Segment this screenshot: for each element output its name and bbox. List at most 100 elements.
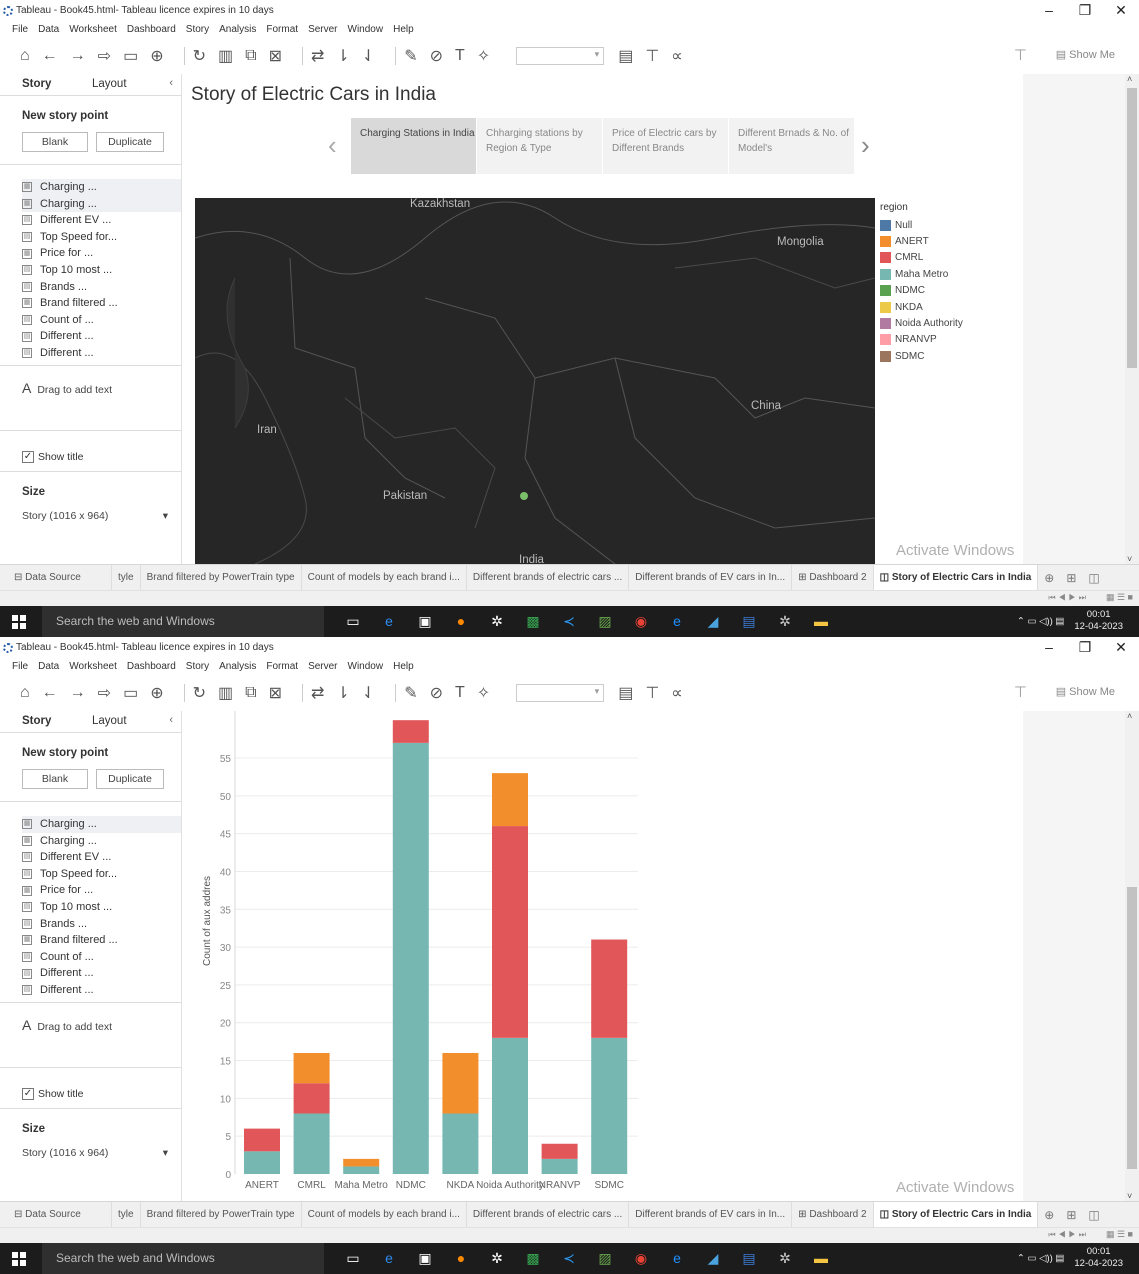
presenter-icon[interactable]: ⊤ <box>1014 683 1027 701</box>
fit-dropdown[interactable] <box>516 684 605 702</box>
sheet-tab[interactable]: Different brands of EV cars in In... <box>629 1201 793 1228</box>
tab-data-source[interactable]: ⊟ Data Source <box>0 1201 112 1228</box>
menu-data[interactable]: Data <box>38 659 59 675</box>
task-view-icon[interactable]: ▭ <box>340 611 366 631</box>
menu-file[interactable]: File <box>12 659 28 675</box>
bar-segment[interactable] <box>442 1052 479 1114</box>
sheet-tab[interactable]: ⊞ Dashboard 2 <box>792 1201 874 1228</box>
close-button[interactable]: ✕ <box>1103 637 1139 659</box>
sheet-pager[interactable]: ⏮◀▶⏭ <box>1048 1230 1089 1240</box>
scroll-down-icon[interactable]: ˅ <box>1127 554 1132 564</box>
file-explorer-icon[interactable]: ▬ <box>808 1248 834 1268</box>
menu-format[interactable]: Format <box>266 659 298 675</box>
size-dropdown[interactable]: Story (1016 x 964) ▾ <box>22 510 168 522</box>
menu-story[interactable]: Story <box>186 659 209 675</box>
refresh-icon[interactable]: ↻ <box>193 683 206 703</box>
menu-server[interactable]: Server <box>308 22 337 38</box>
publisher-icon[interactable]: ▤ <box>736 1248 762 1268</box>
list-item[interactable]: ▤ Top Speed for... <box>22 229 181 246</box>
tab-story[interactable]: Story <box>0 711 70 732</box>
refresh-icon[interactable]: ↻ <box>193 46 206 66</box>
menu-analysis[interactable]: Analysis <box>219 22 256 38</box>
swap-icon[interactable]: ⇄ <box>311 46 324 66</box>
scroll-down-icon[interactable]: ˅ <box>1127 1191 1132 1201</box>
bar-segment[interactable] <box>244 1151 280 1174</box>
forward-icon[interactable]: → <box>70 47 86 65</box>
clear-sheet-icon[interactable]: ⊠ <box>269 46 282 66</box>
collapse-icon[interactable]: ‹ <box>169 714 173 726</box>
tab-layout[interactable]: Layout <box>70 711 140 732</box>
forward-icon[interactable]: → <box>70 684 86 702</box>
tab-layout[interactable]: Layout <box>70 74 140 95</box>
list-item[interactable]: ▦ Brand filtered ... <box>22 295 181 312</box>
menu-analysis[interactable]: Analysis <box>219 659 256 675</box>
presentation-icon[interactable]: ⊤ <box>645 683 659 703</box>
tab-data-source[interactable]: ⊟ Data Source <box>0 564 112 591</box>
menu-format[interactable]: Format <box>266 22 298 38</box>
stacked-bar-chart[interactable]: 0 5 10 15 20 25 30 35 40 45 50 55 Count of aux addre… <box>183 711 1023 1201</box>
taskbar-search[interactable]: Search the web and Windows <box>42 1243 324 1274</box>
vscode-icon[interactable]: ≺ <box>556 1248 582 1268</box>
list-item[interactable]: ▦ Charging ... <box>22 179 181 196</box>
group-icon[interactable]: ⊘ <box>430 46 443 66</box>
prev-story-point-icon[interactable]: ‹ <box>328 130 337 161</box>
tray-icons[interactable]: ⌃ ▭ ◁)) ▤ <box>1017 1253 1064 1264</box>
minimize-button[interactable]: – <box>1031 0 1067 22</box>
sheet-tab[interactable]: Brand filtered by PowerTrain type <box>141 1201 302 1228</box>
sheet-tab[interactable]: Different brands of EV cars in In... <box>629 564 793 591</box>
new-worksheet-icon[interactable]: ▥ <box>218 683 233 703</box>
bar-segment[interactable] <box>392 720 429 743</box>
new-dashboard-tab-icon[interactable]: ⊞ <box>1066 571 1076 585</box>
sheet-tab[interactable]: ⊞ Dashboard 2 <box>792 564 874 591</box>
scroll-thumb[interactable] <box>1127 88 1137 368</box>
list-item[interactable]: ▤ Different ... <box>22 345 181 362</box>
bar-segment[interactable] <box>492 826 528 1038</box>
bar-segment[interactable] <box>293 1083 330 1114</box>
labels-icon[interactable]: T <box>455 684 465 702</box>
charging-stations-map[interactable]: Kazakhstan Mongolia China Iran Pakistan … <box>195 198 875 564</box>
sheet-tab[interactable]: Different brands of electric cars ... <box>467 564 630 591</box>
start-button[interactable] <box>12 615 26 629</box>
group-icon[interactable]: ⊘ <box>430 683 443 703</box>
sheet-tab[interactable]: tyle <box>112 1201 141 1228</box>
sort-desc-icon[interactable]: ⇃ <box>362 683 375 703</box>
legend-item[interactable]: NKDA <box>880 299 963 315</box>
settings-icon[interactable]: ✲ <box>484 1248 510 1268</box>
show-title-checkbox[interactable]: ✓ Show title <box>0 431 181 471</box>
vscode-icon[interactable]: ≺ <box>556 611 582 631</box>
list-item[interactable]: ▤ Top 10 most ... <box>22 899 181 916</box>
menu-window[interactable]: Window <box>348 659 384 675</box>
sort-asc-icon[interactable]: ⇂ <box>336 46 349 66</box>
list-item[interactable]: ▤ Count of ... <box>22 312 181 329</box>
menu-file[interactable]: File <box>12 22 28 38</box>
new-story-tab-icon[interactable]: ◫ <box>1088 1208 1099 1222</box>
story-point-tab[interactable]: Charging Stations in India <box>351 118 477 174</box>
list-item[interactable]: ▦ Charging ... <box>22 195 181 213</box>
legend-item[interactable]: CMRL <box>880 250 963 266</box>
story-point-tab[interactable]: Different Brnads & No. of Model's <box>729 118 855 174</box>
firefox-icon[interactable]: ● <box>448 611 474 631</box>
list-item[interactable]: ▤ Different ... <box>22 965 181 982</box>
chrome-icon[interactable]: ◉ <box>628 611 654 631</box>
swap-icon[interactable]: ⇄ <box>311 683 324 703</box>
excel-icon[interactable]: ▩ <box>520 611 546 631</box>
sheet-tab[interactable]: tyle <box>112 564 141 591</box>
list-item[interactable]: ▤ Brands ... <box>22 916 181 933</box>
firefox-icon[interactable]: ● <box>448 1248 474 1268</box>
vertical-scrollbar[interactable]: ˄ ˅ <box>1125 74 1139 564</box>
start-button[interactable] <box>12 1252 26 1266</box>
duplicate-button[interactable]: Duplicate <box>96 769 164 789</box>
list-item[interactable]: ▤ Brands ... <box>22 279 181 296</box>
legend-item[interactable]: SDMC <box>880 348 963 364</box>
back-icon[interactable]: ← <box>42 47 58 65</box>
excel-icon[interactable]: ▩ <box>520 1248 546 1268</box>
bar-segment[interactable] <box>244 1128 280 1152</box>
store-icon[interactable]: ▣ <box>412 1248 438 1268</box>
bar-segment[interactable] <box>293 1052 330 1084</box>
edge-icon[interactable]: e <box>376 611 402 631</box>
taskbar-search[interactable]: Search the web and Windows <box>42 606 324 637</box>
bar-segment[interactable] <box>541 1158 578 1174</box>
list-item[interactable]: ▤ Top Speed for... <box>22 866 181 883</box>
list-item[interactable]: ▤ Different EV ... <box>22 849 181 866</box>
restore-button[interactable]: ❐ <box>1067 0 1103 22</box>
